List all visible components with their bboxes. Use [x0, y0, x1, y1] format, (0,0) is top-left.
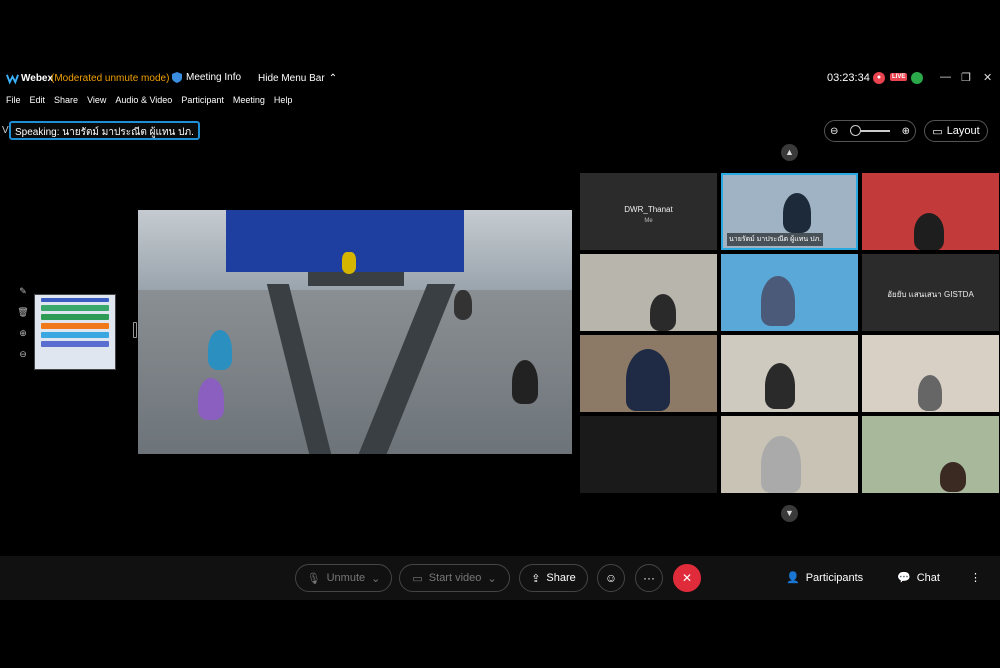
unmute-button[interactable]: 🎙 Unmute ⌄: [295, 564, 392, 592]
panel-splitter[interactable]: [133, 322, 137, 338]
chat-label: Chat: [916, 571, 940, 584]
share-button[interactable]: ⇪ Share: [519, 564, 588, 592]
participants-panel-button[interactable]: 👤 Participants: [786, 571, 864, 585]
participant-tile[interactable]: DWR_Thanat Me: [580, 173, 717, 250]
participant-tile[interactable]: [721, 416, 858, 493]
participant-tile[interactable]: [862, 416, 999, 493]
main-video[interactable]: [138, 210, 572, 454]
participant-tile[interactable]: อัยยับ แสนเสนา GISTDA: [862, 254, 999, 331]
person-icon: 👤: [786, 572, 800, 584]
zoom-out-icon[interactable]: ⊖: [830, 126, 838, 137]
participant-name: DWR_Thanat: [624, 205, 673, 214]
record-icon[interactable]: ●: [873, 72, 885, 84]
start-video-label: Start video: [428, 572, 482, 584]
participant-tile[interactable]: [862, 173, 999, 250]
layout-label: Layout: [946, 125, 980, 137]
menu-share[interactable]: Share: [54, 95, 78, 105]
participant-tile[interactable]: [721, 335, 858, 412]
menu-view[interactable]: View: [87, 95, 106, 105]
zoom-out-icon[interactable]: ⊖: [19, 349, 27, 360]
meeting-info-button[interactable]: Meeting Info: [172, 72, 241, 83]
webex-logo-icon: [6, 74, 19, 85]
scroll-up-icon[interactable]: ▲: [781, 144, 798, 161]
participant-tile[interactable]: [862, 335, 999, 412]
participant-sub: Me: [644, 218, 653, 224]
participant-tile-active[interactable]: นายรัตม์ มาประณีต ผู้แทน ปภ.: [721, 173, 858, 250]
microphone-muted-icon: 🎙: [306, 572, 321, 585]
side-letter: V: [2, 125, 9, 136]
leave-meeting-button[interactable]: ✕: [673, 564, 701, 592]
chevron-down-icon[interactable]: ⌄: [487, 572, 496, 585]
title-bar: Webex (Moderated unmute mode) Meeting In…: [0, 68, 1000, 90]
start-video-button[interactable]: ▭ Start video ⌄: [399, 564, 510, 592]
zoom-in-icon[interactable]: ⊕: [902, 126, 910, 137]
menu-audio-video[interactable]: Audio & Video: [115, 95, 172, 105]
meeting-mode: (Moderated unmute mode): [51, 73, 170, 84]
meeting-clock: 03:23:34: [827, 72, 870, 84]
layout-icon: ▭: [932, 125, 943, 138]
participant-tile[interactable]: [580, 335, 717, 412]
zoom-slider[interactable]: [850, 125, 890, 136]
participant-grid: DWR_Thanat Me นายรัตม์ มาประณีต ผู้แทน ป…: [580, 173, 1000, 493]
chat-panel-button[interactable]: 💬 Chat: [897, 571, 940, 585]
share-tools: ✎ 🗑 ⊕ ⊖: [14, 286, 32, 380]
active-speaker-indicator: Speaking: นายรัตม์ มาประณีต ผู้แทน ปภ.: [9, 121, 200, 140]
live-badge[interactable]: LIVE: [890, 73, 908, 81]
unmute-label: Unmute: [326, 572, 366, 584]
participant-name: นายรัตม์ มาประณีต ผู้แทน ปภ.: [727, 233, 824, 246]
chevron-down-icon[interactable]: ⌄: [371, 572, 380, 585]
video-off-icon: ▭: [412, 572, 423, 585]
shared-content-thumbnail[interactable]: [34, 294, 116, 370]
hide-menu-label: Hide Menu Bar: [258, 73, 325, 84]
more-options-button[interactable]: ···: [635, 564, 663, 592]
close-icon[interactable]: ✕: [983, 71, 992, 84]
share-label: Share: [546, 572, 576, 584]
minimize-icon[interactable]: —: [940, 71, 951, 83]
participant-tile[interactable]: [580, 254, 717, 331]
participants-label: Participants: [805, 571, 864, 584]
participant-tile[interactable]: [721, 254, 858, 331]
menu-help[interactable]: Help: [274, 95, 293, 105]
participant-tile[interactable]: [580, 416, 717, 493]
participant-name: อัยยับ แสนเสนา GISTDA: [887, 290, 974, 299]
panel-more-icon[interactable]: ⋮: [970, 571, 981, 584]
annotate-icon[interactable]: ✎: [19, 286, 27, 297]
zoom-knob[interactable]: [850, 125, 861, 136]
menu-meeting[interactable]: Meeting: [233, 95, 265, 105]
menu-edit[interactable]: Edit: [30, 95, 46, 105]
menu-bar: File Edit Share View Audio & Video Parti…: [6, 95, 292, 105]
chat-icon: 💬: [897, 572, 911, 584]
restore-icon[interactable]: ❐: [961, 71, 971, 84]
shield-icon: [172, 72, 182, 83]
signal-icon[interactable]: [911, 72, 923, 84]
reactions-button[interactable]: ☺: [597, 564, 625, 592]
layout-button[interactable]: ▭ Layout: [924, 120, 988, 142]
scroll-down-icon[interactable]: ▼: [781, 505, 798, 522]
meeting-info-label: Meeting Info: [186, 72, 242, 83]
zoom-control[interactable]: ⊖ ⊕: [824, 120, 916, 142]
zoom-in-icon[interactable]: ⊕: [19, 328, 27, 339]
trash-icon[interactable]: 🗑: [17, 307, 28, 318]
menu-file[interactable]: File: [6, 95, 21, 105]
hide-menu-bar-button[interactable]: Hide Menu Bar ⌃: [258, 73, 337, 84]
share-icon: ⇪: [531, 572, 541, 585]
menu-participant[interactable]: Participant: [181, 95, 224, 105]
chevron-up-icon: ⌃: [328, 73, 338, 84]
app-name: Webex: [21, 73, 54, 84]
meeting-toolbar: 🎙 Unmute ⌄ ▭ Start video ⌄ ⇪ Share ☺ ···…: [0, 556, 1000, 600]
